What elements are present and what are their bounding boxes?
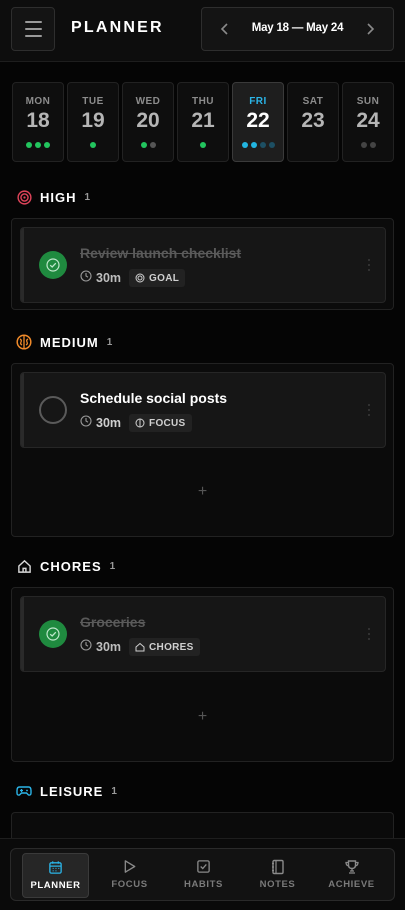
app-header: PLANNER May 18 — May 24: [0, 0, 405, 62]
day-mon[interactable]: MON 18: [12, 82, 64, 162]
task-dot: [369, 142, 376, 148]
clock-icon: [80, 269, 92, 287]
nav-focus[interactable]: FOCUS: [96, 853, 163, 898]
task-dot: [26, 142, 32, 148]
calendar-icon: [23, 859, 88, 876]
add-task-button[interactable]: +: [12, 708, 393, 726]
day-strip: MON 18 TUE 19 WED 20 THU 21 FRI 22 SAT 2…: [12, 82, 394, 162]
task-dot: [268, 142, 275, 148]
task-card[interactable]: Schedule social posts 30m FOCUS: [20, 372, 386, 448]
day-sat[interactable]: SAT 23: [287, 82, 339, 162]
task-dot: [250, 142, 257, 148]
chevron-right-icon[interactable]: [355, 8, 385, 50]
task-dot: [44, 142, 50, 148]
section-high: Review launch checklist 30m GOAL: [11, 218, 394, 310]
task-dot: [259, 142, 266, 148]
task-meta: 30m GOAL: [80, 269, 186, 287]
add-task-button[interactable]: +: [12, 483, 393, 501]
task-dots: [13, 142, 63, 148]
task-tag: CHORES: [129, 638, 200, 656]
target-icon: [135, 273, 145, 283]
section-header-high: HIGH 1: [16, 188, 90, 206]
trophy-icon: [318, 858, 385, 875]
task-dot: [140, 142, 147, 148]
task-duration: 30m: [96, 640, 122, 654]
nav-achieve[interactable]: ACHIEVE: [318, 853, 385, 898]
hamburger-menu-icon: [24, 21, 42, 23]
nav-notes[interactable]: NOTES: [244, 853, 311, 898]
task-dots: [68, 142, 118, 148]
task-dots: [343, 142, 393, 148]
app-title: PLANNER: [71, 19, 164, 36]
more-icon[interactable]: [368, 404, 371, 416]
task-tag: FOCUS: [129, 414, 192, 432]
brain-icon: [135, 418, 145, 428]
task-dots: [178, 142, 228, 148]
clock-icon: [80, 414, 92, 432]
home-icon: [16, 558, 32, 574]
task-title: Review launch checklist: [80, 245, 242, 261]
task-card[interactable]: Review launch checklist 30m GOAL: [20, 227, 386, 303]
day-thu[interactable]: THU 21: [177, 82, 229, 162]
task-dot: [90, 142, 96, 148]
check-icon: [46, 258, 60, 272]
home-icon: [135, 642, 145, 652]
section-header-chores: CHORES 1: [16, 557, 115, 575]
day-wed[interactable]: WED 20: [122, 82, 174, 162]
brain-icon: [16, 334, 32, 350]
nav-habits[interactable]: HABITS: [170, 853, 237, 898]
task-dot: [149, 142, 156, 148]
task-dot: [200, 142, 206, 148]
task-duration: 30m: [96, 271, 122, 285]
notebook-icon: [244, 858, 311, 875]
task-title: Schedule social posts: [80, 390, 228, 406]
task-meta: 30m CHORES: [80, 638, 200, 656]
task-dot: [35, 142, 41, 148]
more-icon[interactable]: [368, 628, 371, 640]
checkbox-icon: [170, 858, 237, 875]
section-chores: Groceries 30m CHORES +: [11, 587, 394, 762]
task-title: Groceries: [80, 614, 146, 630]
task-tag: GOAL: [129, 269, 186, 287]
check-icon: [46, 627, 60, 641]
section-medium: Schedule social posts 30m FOCUS +: [11, 363, 394, 537]
task-meta: 30m FOCUS: [80, 414, 192, 432]
task-duration: 30m: [96, 416, 122, 430]
bottom-nav: PLANNER FOCUS HABITS NOTES ACHIEVE: [10, 848, 395, 901]
task-dot: [241, 142, 248, 148]
section-header-leisure: LEISURE 1: [16, 782, 117, 800]
more-icon[interactable]: [368, 259, 371, 271]
target-icon: [16, 189, 32, 205]
nav-planner[interactable]: PLANNER: [22, 853, 89, 898]
week-navigator: May 18 — May 24: [201, 7, 394, 51]
task-dots: [233, 142, 283, 148]
clock-icon: [80, 638, 92, 656]
task-dot: [360, 142, 367, 148]
menu-button[interactable]: [11, 7, 55, 51]
task-dots: [123, 142, 173, 148]
task-card[interactable]: Groceries 30m CHORES: [20, 596, 386, 672]
day-fri[interactable]: FRI 22: [232, 82, 284, 162]
gamepad-icon: [16, 783, 32, 799]
complete-checkbox[interactable]: [39, 251, 67, 279]
complete-checkbox[interactable]: [39, 620, 67, 648]
section-header-medium: MEDIUM 1: [16, 333, 112, 351]
complete-checkbox[interactable]: [39, 396, 67, 424]
bottom-bar: PLANNER FOCUS HABITS NOTES ACHIEVE: [0, 838, 405, 910]
day-tue[interactable]: TUE 19: [67, 82, 119, 162]
play-icon: [96, 858, 163, 875]
day-sun[interactable]: SUN 24: [342, 82, 394, 162]
